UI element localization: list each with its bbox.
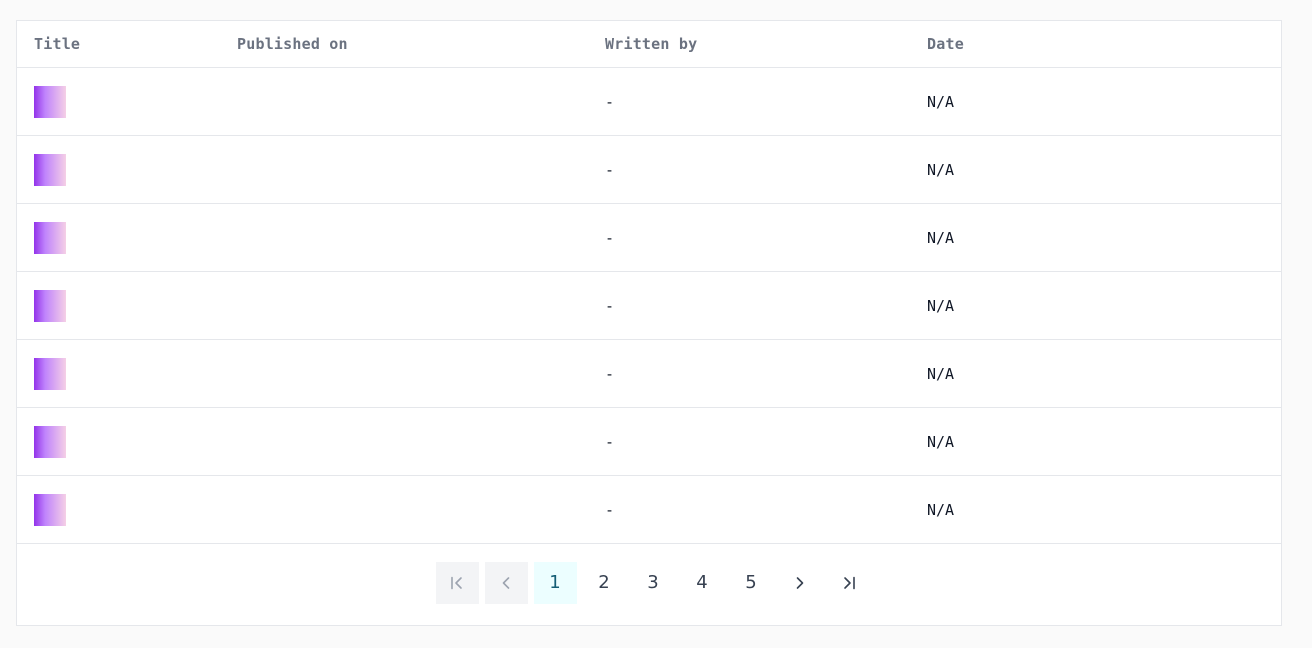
- date-cell: N/A: [927, 136, 954, 203]
- column-header-written-by-label: Written by: [605, 35, 698, 53]
- date-cell: N/A: [927, 476, 954, 543]
- table-row[interactable]: - N/A: [17, 340, 1281, 408]
- written-by-value: -: [605, 296, 615, 315]
- written-by-cell: -: [605, 272, 614, 339]
- last-page-button[interactable]: [828, 562, 871, 604]
- title-cell: [34, 476, 66, 543]
- title-cell: [34, 340, 66, 407]
- written-by-cell: -: [605, 340, 614, 407]
- title-cell: [34, 204, 66, 271]
- post-thumbnail[interactable]: [34, 289, 66, 322]
- column-header-title[interactable]: Title: [34, 21, 80, 67]
- post-thumbnail[interactable]: [34, 153, 66, 186]
- post-thumbnail[interactable]: [34, 221, 66, 254]
- written-by-cell: -: [605, 476, 614, 543]
- date-cell: N/A: [927, 272, 954, 339]
- title-cell: [34, 408, 66, 475]
- page-1-button[interactable]: 1: [533, 561, 577, 604]
- column-header-date[interactable]: Date: [927, 21, 964, 67]
- written-by-value: -: [605, 228, 615, 247]
- column-header-published-on-label: Published on: [237, 35, 348, 53]
- pagination: 1 2 3 4 5: [435, 561, 871, 604]
- date-value: N/A: [927, 500, 955, 519]
- written-by-cell: -: [605, 408, 614, 475]
- column-header-written-by[interactable]: Written by: [605, 21, 697, 67]
- last-page-icon: [841, 575, 857, 591]
- date-value: N/A: [927, 364, 955, 383]
- date-cell: N/A: [927, 340, 954, 407]
- written-by-value: -: [605, 364, 615, 383]
- first-page-icon: [449, 575, 465, 591]
- next-page-button[interactable]: [779, 562, 822, 604]
- page: Title Published on Written by Date - N/A…: [0, 0, 1312, 648]
- table-header-row: Title Published on Written by Date: [17, 21, 1281, 68]
- date-value: N/A: [927, 160, 955, 179]
- post-thumbnail[interactable]: [34, 357, 66, 390]
- page-4-button[interactable]: 4: [681, 562, 724, 604]
- written-by-value: -: [605, 432, 615, 451]
- written-by-value: -: [605, 500, 615, 519]
- post-thumbnail[interactable]: [34, 493, 66, 526]
- page-2-button[interactable]: 2: [583, 562, 626, 604]
- posts-table: Title Published on Written by Date - N/A…: [16, 20, 1282, 626]
- page-3-button[interactable]: 3: [632, 562, 675, 604]
- written-by-cell: -: [605, 68, 614, 135]
- written-by-cell: -: [605, 136, 614, 203]
- title-cell: [34, 68, 66, 135]
- first-page-button[interactable]: [435, 561, 479, 604]
- title-cell: [34, 136, 66, 203]
- column-header-date-label: Date: [927, 35, 964, 53]
- column-header-title-label: Title: [34, 35, 81, 53]
- written-by-value: -: [605, 92, 615, 111]
- written-by-cell: -: [605, 204, 614, 271]
- table-row[interactable]: - N/A: [17, 204, 1281, 272]
- page-5-button[interactable]: 5: [730, 562, 773, 604]
- date-cell: N/A: [927, 204, 954, 271]
- date-value: N/A: [927, 296, 955, 315]
- chevron-left-icon: [498, 575, 514, 591]
- post-thumbnail[interactable]: [34, 85, 66, 118]
- date-cell: N/A: [927, 408, 954, 475]
- date-value: N/A: [927, 228, 955, 247]
- written-by-value: -: [605, 160, 615, 179]
- chevron-right-icon: [792, 575, 808, 591]
- title-cell: [34, 272, 66, 339]
- date-cell: N/A: [927, 68, 954, 135]
- date-value: N/A: [927, 432, 955, 451]
- column-header-published-on[interactable]: Published on: [237, 21, 348, 67]
- table-row[interactable]: - N/A: [17, 476, 1281, 544]
- post-thumbnail[interactable]: [34, 425, 66, 458]
- pagination-bar: 1 2 3 4 5: [17, 540, 1281, 625]
- date-value: N/A: [927, 92, 955, 111]
- table-row[interactable]: - N/A: [17, 272, 1281, 340]
- table-row[interactable]: - N/A: [17, 68, 1281, 136]
- table-row[interactable]: - N/A: [17, 136, 1281, 204]
- table-row[interactable]: - N/A: [17, 408, 1281, 476]
- previous-page-button[interactable]: [484, 561, 528, 604]
